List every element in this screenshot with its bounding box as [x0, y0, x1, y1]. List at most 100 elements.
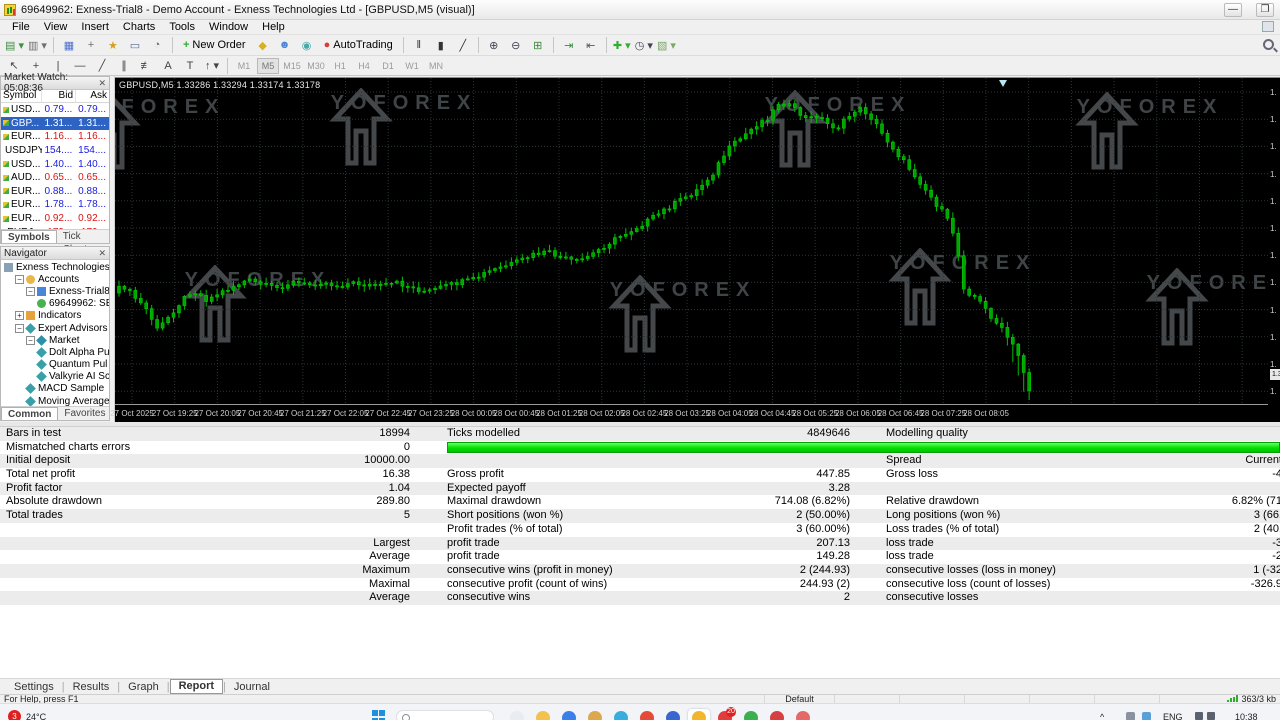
tree-collapse-icon[interactable]: −	[26, 286, 35, 296]
market-watch-row[interactable]: EUR... 0.88... 0.88...	[1, 185, 109, 199]
data-window-icon[interactable]: +	[81, 36, 101, 54]
zoom-out-icon[interactable]: ⊖	[506, 36, 526, 54]
tab-results[interactable]: Results	[65, 681, 118, 693]
zoom-in-icon[interactable]: ⊕	[484, 36, 504, 54]
navigator-item-expert-advisors[interactable]: − Expert Advisors	[1, 322, 109, 334]
channel-tool-icon[interactable]: ∥	[114, 57, 134, 75]
templates-icon[interactable]: ▧ ▾	[656, 36, 677, 54]
tree-collapse-icon[interactable]: −	[26, 335, 35, 345]
mail-icon[interactable]: 20	[718, 707, 736, 720]
chart-plot-area[interactable]: GBPUSD,M5 1.33286 1.33294 1.33174 1.3317…	[115, 78, 1268, 405]
tree-collapse-icon[interactable]: −	[15, 274, 24, 284]
navigator-tab-favorites[interactable]: Favorites	[58, 407, 111, 420]
timeframe-m15[interactable]: M15	[281, 58, 303, 74]
file-explorer-icon[interactable]	[510, 711, 524, 720]
strategy-tester-icon[interactable]: ◔	[147, 36, 167, 54]
tray-icon-2[interactable]	[1142, 712, 1151, 720]
toolbar-search-icon[interactable]	[1263, 39, 1274, 50]
indicators-icon[interactable]: ✚ ▾	[612, 36, 632, 54]
label-tool-icon[interactable]: T	[180, 57, 200, 75]
chrome-icon[interactable]	[640, 711, 654, 720]
market-watch-row[interactable]: GBP... 1.31... 1.31...	[1, 116, 109, 131]
market-watch-row[interactable]: USD... 1.40... 1.40...	[1, 157, 109, 171]
auto-scroll-icon[interactable]: ⇥	[559, 36, 579, 54]
app-blue-icon[interactable]	[666, 711, 680, 720]
shapes-tool-icon[interactable]: ↑ ▾	[202, 57, 222, 75]
tray-icon-1[interactable]	[1126, 712, 1135, 720]
navigator-item-macd-sample[interactable]: MACD Sample	[1, 383, 109, 395]
navigator-item-moving-average[interactable]: Moving Average	[1, 395, 109, 406]
fibonacci-tool-icon[interactable]: ≢	[136, 57, 156, 75]
menu-window[interactable]: Window	[202, 21, 255, 33]
navigator-item-quantum-pul[interactable]: Quantum Pul	[1, 359, 109, 371]
tray-caret-icon[interactable]: ^	[1100, 712, 1104, 720]
timeframe-m30[interactable]: M30	[305, 58, 327, 74]
weather-badge-icon[interactable]: 3	[8, 710, 21, 720]
green-app-icon[interactable]	[744, 711, 758, 720]
metaeditor-icon[interactable]: ◆	[253, 36, 273, 54]
menu-help[interactable]: Help	[255, 21, 292, 33]
chart-window-controls-icon[interactable]	[1262, 21, 1274, 32]
tab-graph[interactable]: Graph	[120, 681, 167, 693]
volume-icon[interactable]	[1207, 712, 1215, 720]
timeframe-mn[interactable]: MN	[425, 58, 447, 74]
autotrading-button[interactable]: ● AutoTrading	[318, 36, 399, 54]
navigator-item-market[interactable]: − Market	[1, 334, 109, 346]
periods-icon[interactable]: ◷ ▾	[634, 36, 654, 54]
expert-advisors-icon[interactable]: ☻	[275, 36, 295, 54]
navigator-toggle-icon[interactable]: ★	[103, 36, 123, 54]
menu-tools[interactable]: Tools	[162, 21, 202, 33]
edge-browser-icon[interactable]	[562, 711, 576, 720]
market-watch-tab-tick-chart[interactable]: Tick Chart	[57, 230, 109, 255]
navigator-tab-common[interactable]: Common	[1, 407, 59, 420]
navigator-item-valkyrie-ai-sc[interactable]: Valkyrie AI Sc	[1, 371, 109, 383]
market-watch-row[interactable]: USDJPY 154.... 154....	[1, 144, 109, 158]
timeframe-d1[interactable]: D1	[377, 58, 399, 74]
menu-charts[interactable]: Charts	[116, 21, 162, 33]
folder-icon[interactable]	[536, 711, 550, 720]
navigator-item-dolt-alpha-pu[interactable]: Dolt Alpha Pu	[1, 346, 109, 358]
timeframe-m5[interactable]: M5	[257, 57, 279, 74]
navigator-item-69649962-sec[interactable]: 69649962: SEC	[1, 298, 109, 310]
maximize-button[interactable]: ❐	[1256, 3, 1274, 17]
market-watch-row[interactable]: USD... 0.79... 0.79...	[1, 103, 109, 117]
new-order-button[interactable]: + New Order	[177, 36, 252, 54]
market-watch-tab-symbols[interactable]: Symbols	[1, 230, 57, 243]
temperature-label[interactable]: 24°C	[26, 712, 46, 720]
tab-report[interactable]: Report	[169, 679, 224, 694]
clock-label[interactable]: 10:38	[1235, 712, 1258, 720]
navigator-item-exness-trial8[interactable]: − Exness-Trial8	[1, 285, 109, 297]
bar-chart-mode-icon[interactable]: ‖	[409, 36, 429, 54]
options-icon[interactable]: ◉	[297, 36, 317, 54]
terminal-toggle-icon[interactable]: ▭	[125, 36, 145, 54]
minimize-button[interactable]: —	[1224, 3, 1242, 17]
text-tool-icon[interactable]: A	[158, 57, 178, 75]
language-indicator[interactable]: ENG	[1163, 712, 1183, 720]
timeframe-w1[interactable]: W1	[401, 58, 423, 74]
timeframe-h1[interactable]: H1	[329, 58, 351, 74]
folder2-icon[interactable]	[588, 711, 602, 720]
tab-settings[interactable]: Settings	[6, 681, 62, 693]
search-input[interactable]	[396, 710, 494, 720]
red-app-icon[interactable]	[770, 711, 784, 720]
menu-view[interactable]: View	[37, 21, 75, 33]
menu-file[interactable]: File	[5, 21, 37, 33]
navigator-item-indicators[interactable]: + Indicators	[1, 310, 109, 322]
profiles-icon[interactable]: ▥ ▾	[27, 36, 48, 54]
chart-shift-icon[interactable]: ⇤	[581, 36, 601, 54]
navigator-item-exness-technologies-mt4[interactable]: Exness Technologies MT4	[1, 261, 109, 273]
market-watch-row[interactable]: EUR... 0.92... 0.92...	[1, 212, 109, 226]
timeframe-h4[interactable]: H4	[353, 58, 375, 74]
tile-windows-icon[interactable]: ⊞	[528, 36, 548, 54]
chart-window[interactable]: GBPUSD,M5 1.33286 1.33294 1.33174 1.3317…	[110, 77, 1280, 422]
windows-start-icon[interactable]	[372, 710, 386, 720]
new-chart-icon[interactable]: ▤ ▾	[4, 36, 25, 54]
line-chart-mode-icon[interactable]: ╱	[453, 36, 473, 54]
pink-app-icon[interactable]	[796, 711, 810, 720]
tree-expand-icon[interactable]: +	[15, 311, 24, 321]
market-watch-row[interactable]: AUD... 0.65... 0.65...	[1, 171, 109, 185]
candlestick-chart[interactable]	[115, 78, 1268, 405]
teams-icon[interactable]	[614, 711, 628, 720]
tree-collapse-icon[interactable]: −	[15, 323, 24, 333]
market-watch-row[interactable]: EUR... 1.16... 1.16...	[1, 130, 109, 144]
